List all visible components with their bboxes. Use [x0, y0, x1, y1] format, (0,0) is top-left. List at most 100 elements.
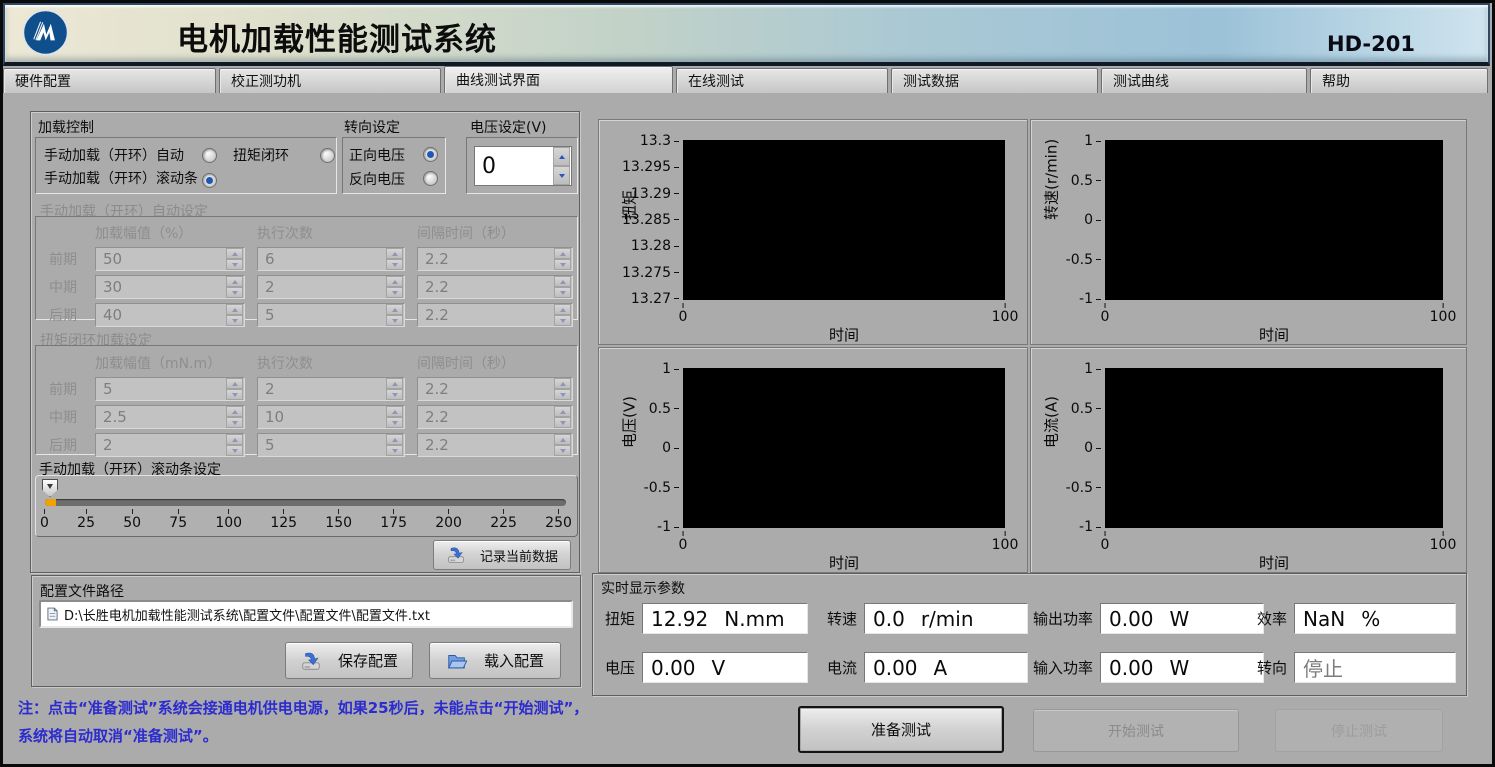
tab-curve-test[interactable]: 曲线测试界面: [444, 66, 673, 93]
spinner-arrows[interactable]: [226, 434, 243, 456]
slider-track[interactable]: [45, 499, 566, 506]
column-header: 执行次数: [257, 223, 405, 243]
row-label: 前期: [43, 249, 83, 269]
spinner-arrows[interactable]: [386, 434, 403, 456]
radio-label-forward-voltage: 正向电压: [349, 145, 405, 165]
load-slider[interactable]: 0 25 50 75 100 125 150 175 200 225 250: [35, 475, 578, 537]
spinner-arrows[interactable]: [226, 248, 243, 270]
spin-field-auto-count-early[interactable]: 6: [257, 247, 405, 271]
prepare-test-button[interactable]: 准备测试: [798, 706, 1004, 753]
spin-field-torque-interval-early[interactable]: 2.2: [417, 377, 573, 401]
torque-chart-plot-area: [683, 140, 1005, 300]
spin-field-auto-interval-mid[interactable]: 2.2: [417, 275, 573, 299]
spinner-arrows[interactable]: [554, 304, 571, 326]
load-config-button[interactable]: 载入配置: [429, 642, 561, 679]
spin-field-auto-amp-early[interactable]: 50: [95, 247, 245, 271]
spin-field-torque-interval-late[interactable]: 2.2: [417, 433, 573, 457]
spinner-arrows[interactable]: [554, 248, 571, 270]
spin-field-torque-amp-mid[interactable]: 2.5: [95, 405, 245, 429]
voltage-value: 0: [475, 154, 496, 179]
spin-field-auto-amp-late[interactable]: 40: [95, 303, 245, 327]
load-config-label: 载入配置: [484, 650, 544, 671]
readout-torque: 扭矩 12.92 N.mm: [603, 603, 808, 634]
row-label: 中期: [43, 277, 83, 297]
spinner-arrows[interactable]: [386, 378, 403, 400]
voltage-set-cluster: 0: [466, 137, 578, 194]
readout-current: 电流 0.00 A: [825, 652, 1028, 683]
tab-calibrate-dyno[interactable]: 校正测功机: [219, 68, 441, 93]
spinner-arrows[interactable]: [554, 406, 571, 428]
save-config-icon: [300, 650, 322, 672]
spinner-arrows[interactable]: [226, 378, 243, 400]
config-path-text: D:\长胜电机加载性能测试系统\配置文件\配置文件\配置文件.txt: [64, 605, 430, 624]
spin-field-torque-amp-early[interactable]: 5: [95, 377, 245, 401]
readout-direction: 转向 停止: [1255, 652, 1456, 683]
slider-scale: 0 25 50 75 100 125 150 175 200 225 250: [40, 509, 572, 531]
spin-field-torque-amp-late[interactable]: 2: [95, 433, 245, 457]
spinner-arrows[interactable]: [386, 248, 403, 270]
record-data-label: 记录当前数据: [480, 546, 558, 565]
save-config-button[interactable]: 保存配置: [285, 642, 413, 679]
start-test-button[interactable]: 开始测试: [1033, 709, 1239, 752]
note-line-2: 系统将自动取消“准备测试”。: [18, 725, 218, 746]
current-chart: 电流(A) 1 0.5 0 -0.5 -1 0 100 时间: [1030, 347, 1467, 573]
voltage-chart-plot-area: [683, 368, 1005, 528]
voltage-input[interactable]: 0: [474, 146, 572, 186]
current-chart-xlabel: 时间: [1105, 552, 1443, 573]
slider-thumb[interactable]: [42, 479, 58, 497]
voltage-spinner[interactable]: [553, 147, 570, 185]
stop-test-button[interactable]: 停止测试: [1275, 709, 1443, 752]
spinner-arrows[interactable]: [386, 304, 403, 326]
spin-field-auto-count-late[interactable]: 5: [257, 303, 405, 327]
title-bar: 电机加载性能测试系统 HD-201: [3, 3, 1490, 66]
record-data-button[interactable]: 记录当前数据: [433, 540, 571, 570]
readout-efficiency: 效率 NaN %: [1255, 603, 1456, 634]
spinner-arrows[interactable]: [554, 276, 571, 298]
spin-field-torque-count-mid[interactable]: 10: [257, 405, 405, 429]
radio-torque-loop[interactable]: [320, 148, 335, 163]
spinner-arrows[interactable]: [554, 378, 571, 400]
app-window: 电机加载性能测试系统 HD-201 硬件配置 校正测功机 曲线测试界面 在线测试…: [0, 0, 1495, 767]
speed-chart: 转速(r/min) 1 0.5 0 -0.5 -1 0 100 时间: [1030, 119, 1467, 345]
config-path-field[interactable]: D:\长胜电机加载性能测试系统\配置文件\配置文件\配置文件.txt: [39, 600, 573, 628]
spinner-arrows[interactable]: [386, 276, 403, 298]
torque-chart: 扭矩 13.3 13.295 13.29 13.285 13.28 13.275…: [598, 119, 1028, 345]
spinner-arrows[interactable]: [226, 304, 243, 326]
spin-field-torque-interval-mid[interactable]: 2.2: [417, 405, 573, 429]
voltage-chart-xlabel: 时间: [683, 552, 1005, 573]
radio-reverse-voltage[interactable]: [423, 171, 438, 186]
radio-label-reverse-voltage: 反向电压: [349, 169, 405, 189]
spinner-arrows[interactable]: [226, 276, 243, 298]
tab-test-data[interactable]: 测试数据: [891, 68, 1098, 93]
config-path-title: 配置文件路径: [40, 581, 124, 601]
speed-chart-xlabel: 时间: [1105, 324, 1443, 345]
radio-label-manual-slider: 手动加载（开环）滚动条: [44, 168, 198, 188]
spinner-arrows[interactable]: [226, 406, 243, 428]
load-config-icon: [446, 650, 468, 672]
spin-field-auto-amp-mid[interactable]: 30: [95, 275, 245, 299]
voltage-set-title: 电压设定(V): [470, 117, 547, 137]
slider-fill: [45, 499, 56, 506]
readout-output-power: 输出功率 0.00 W: [1031, 603, 1264, 634]
spin-field-auto-count-mid[interactable]: 2: [257, 275, 405, 299]
spin-field-torque-count-late[interactable]: 5: [257, 433, 405, 457]
torque-chart-xlabel: 时间: [683, 324, 1005, 345]
spin-field-auto-interval-late[interactable]: 2.2: [417, 303, 573, 327]
spin-field-torque-count-early[interactable]: 2: [257, 377, 405, 401]
tab-help[interactable]: 帮助: [1310, 68, 1488, 93]
start-test-label: 开始测试: [1108, 721, 1164, 741]
tab-test-curve[interactable]: 测试曲线: [1101, 68, 1307, 93]
radio-manual-auto[interactable]: [202, 148, 217, 163]
record-save-icon: [446, 545, 466, 565]
spinner-arrows[interactable]: [386, 406, 403, 428]
row-label: 前期: [43, 379, 83, 399]
tab-hardware-config[interactable]: 硬件配置: [3, 68, 216, 93]
radio-forward-voltage[interactable]: [423, 147, 438, 162]
tab-online-test[interactable]: 在线测试: [676, 68, 888, 93]
spin-field-auto-interval-early[interactable]: 2.2: [417, 247, 573, 271]
auto-table-grid: 加载幅值（%） 执行次数 间隔时间（秒） 前期 50 6 2.2 中期 30 2…: [43, 223, 573, 327]
radio-label-manual-auto: 手动加载（开环）自动: [44, 145, 184, 165]
direction-title: 转向设定: [344, 117, 400, 137]
spinner-arrows[interactable]: [554, 434, 571, 456]
radio-manual-slider[interactable]: [202, 173, 217, 188]
